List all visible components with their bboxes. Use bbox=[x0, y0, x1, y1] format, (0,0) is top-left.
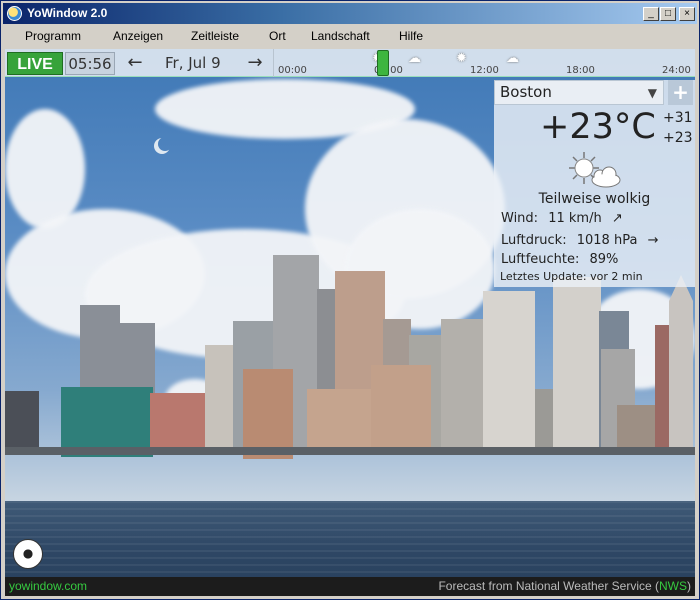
menu-ort[interactable]: Ort bbox=[269, 29, 286, 43]
tick-1200: 12:00 bbox=[470, 65, 499, 76]
wind-label: Wind: bbox=[501, 211, 539, 226]
cloud-icon: ☁ bbox=[506, 51, 519, 66]
humidity-value: 89% bbox=[589, 252, 619, 267]
forecast-source: Forecast from National Weather Service (… bbox=[438, 579, 691, 593]
menu-hilfe[interactable]: Hilfe bbox=[399, 29, 423, 43]
date-label: Fr, Jul 9 bbox=[165, 54, 221, 72]
close-button[interactable]: × bbox=[679, 7, 695, 21]
menu-anzeigen[interactable]: Anzeigen bbox=[113, 29, 163, 43]
tick-1800: 18:00 bbox=[566, 65, 595, 76]
wind-value: 11 km/h bbox=[548, 211, 602, 226]
pressure-row: Luftdruck: 1018 hPa → bbox=[501, 233, 658, 248]
menu-bar: Programm Anzeigen Zeitleiste Ort Landsch… bbox=[3, 25, 697, 47]
window-title: YoWindow 2.0 bbox=[27, 6, 108, 20]
soccer-ball-icon[interactable] bbox=[13, 539, 43, 569]
cloud-icon: ☁ bbox=[408, 51, 421, 66]
current-temperature: +23°C bbox=[540, 107, 656, 147]
partly-cloudy-icon bbox=[569, 152, 621, 188]
menu-programm[interactable]: Programm bbox=[25, 29, 81, 43]
city-name: Boston bbox=[500, 83, 552, 101]
app-window: YoWindow 2.0 _ □ × Programm Anzeigen Zei… bbox=[0, 0, 700, 600]
tick-2400: 24:00 bbox=[662, 65, 691, 76]
humidity-row: Luftfeuchte: 89% bbox=[501, 252, 618, 267]
app-icon bbox=[7, 6, 22, 21]
live-button[interactable]: LIVE bbox=[7, 52, 63, 75]
timeline[interactable]: 00:00 06:00 12:00 18:00 24:00 ✹ ☁ ✹ ☁ bbox=[273, 49, 693, 77]
pressure-label: Luftdruck: bbox=[501, 233, 567, 248]
next-day-button[interactable]: → bbox=[241, 53, 269, 73]
nws-link[interactable]: NWS bbox=[659, 579, 687, 593]
time-slider-handle[interactable] bbox=[377, 50, 389, 76]
menu-landschaft[interactable]: Landschaft bbox=[311, 29, 370, 43]
wind-direction-icon: ↗ bbox=[611, 211, 623, 226]
maximize-button[interactable]: □ bbox=[660, 7, 676, 21]
tick-0000: 00:00 bbox=[278, 65, 307, 76]
time-bar: LIVE 05:56 ← Fr, Jul 9 → 00:00 06:00 12:… bbox=[5, 49, 695, 77]
minimize-button[interactable]: _ bbox=[643, 7, 659, 21]
temperature-high: +31 bbox=[663, 110, 693, 126]
landscape-view[interactable]: LIVE 05:56 ← Fr, Jul 9 → 00:00 06:00 12:… bbox=[5, 49, 695, 596]
chevron-down-icon: ▼ bbox=[647, 86, 657, 100]
forecast-suffix: ) bbox=[687, 579, 691, 593]
title-bar[interactable]: YoWindow 2.0 _ □ × bbox=[3, 3, 697, 24]
weather-panel: Boston ▼ + +23°C +31 +23 Teilweise wolki… bbox=[494, 80, 695, 287]
menu-zeitleiste[interactable]: Zeitleiste bbox=[191, 29, 239, 43]
website-link[interactable]: yowindow.com bbox=[9, 579, 87, 593]
pressure-value: 1018 hPa bbox=[576, 233, 638, 248]
last-update: Letztes Update: vor 2 min bbox=[500, 270, 643, 283]
add-location-button[interactable]: + bbox=[668, 80, 693, 105]
sun-icon: ✹ bbox=[456, 51, 467, 66]
humidity-label: Luftfeuchte: bbox=[501, 252, 580, 267]
prev-day-button[interactable]: ← bbox=[121, 53, 149, 73]
city-dropdown[interactable]: Boston ▼ bbox=[494, 80, 664, 105]
pressure-trend-icon: → bbox=[647, 233, 659, 248]
temperature-low: +23 bbox=[663, 130, 693, 146]
forecast-prefix: Forecast from National Weather Service ( bbox=[438, 579, 659, 593]
current-time: 05:56 bbox=[65, 52, 115, 75]
wind-row: Wind: 11 km/h ↗ bbox=[501, 211, 623, 226]
status-bar: yowindow.com Forecast from National Weat… bbox=[5, 577, 695, 596]
weather-condition: Teilweise wolkig bbox=[538, 191, 651, 207]
